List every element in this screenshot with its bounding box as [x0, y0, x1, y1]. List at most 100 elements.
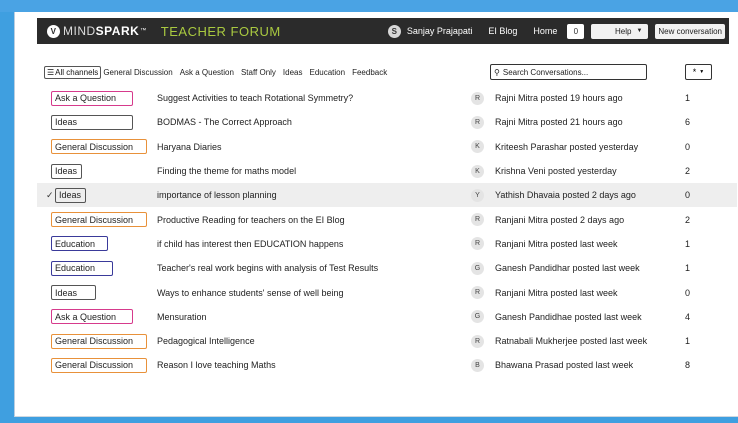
reply-count: 1	[685, 93, 691, 104]
new-conversation-button[interactable]: New conversation	[655, 23, 725, 39]
top-header-bar: V MIND SPARK ™ TEACHER FORUM S Sanjay Praj…	[37, 18, 729, 44]
poster-avatar: G	[471, 310, 484, 324]
forum-title: TEACHER FORUM	[160, 23, 281, 39]
channel-tag[interactable]: Ideas	[55, 187, 86, 203]
channel-tag[interactable]: Ideas	[51, 285, 96, 301]
star-icon: *	[692, 67, 697, 77]
chevron-down-icon: ▼	[636, 28, 643, 34]
conversation-title[interactable]: Suggest Activities to teach Rotational S…	[157, 93, 353, 103]
channel-tag[interactable]: Education	[51, 260, 113, 276]
search-icon: ⚲	[494, 67, 500, 77]
poster-avatar: B	[471, 358, 484, 372]
conversation-row[interactable]: General Discussion Haryana Diaries K Kri…	[37, 135, 737, 159]
conversation-title[interactable]: if child has interest then EDUCATION hap…	[157, 239, 343, 249]
reply-count: 1	[685, 336, 691, 347]
conversation-row[interactable]: General Discussion Pedagogical Intellige…	[37, 329, 737, 353]
reply-count: 4	[685, 311, 691, 322]
poster-avatar: R	[471, 286, 484, 300]
channel-tag[interactable]: Education	[51, 236, 108, 252]
channel-staff-only[interactable]: Staff Only	[241, 68, 276, 77]
reply-count: 0	[685, 190, 691, 201]
poster-avatar: Y	[471, 188, 484, 202]
posted-info: Yathish Dhavaia posted 2 days ago	[495, 190, 636, 201]
conversation-title[interactable]: BODMAS - The Correct Approach	[157, 117, 292, 127]
channel-tag[interactable]: Ask a Question	[51, 309, 133, 325]
forum-page: V MIND SPARK ™ TEACHER FORUM S Sanjay Praj…	[14, 12, 738, 417]
conversation-title[interactable]: Teacher's real work begins with analysis…	[157, 263, 378, 273]
mindspark-logo[interactable]: V MIND SPARK ™	[47, 24, 147, 38]
poster-avatar: K	[471, 140, 484, 154]
posted-info: Ranjani Mitra posted last week	[495, 287, 618, 298]
channel-feedback[interactable]: Feedback	[352, 68, 387, 77]
conversation-row[interactable]: Ask a Question Mensuration G Ganesh Pand…	[37, 305, 737, 329]
search-placeholder: Search Conversations...	[502, 67, 589, 77]
posted-info: Ganesh Pandidhae posted last week	[495, 311, 642, 322]
conversation-row[interactable]: General Discussion Reason I love teachin…	[37, 353, 737, 377]
checkmark-icon: ✓	[46, 189, 54, 200]
help-dropdown-button[interactable]: Help ▼	[591, 23, 649, 39]
logo-text-light: MIND	[63, 24, 96, 38]
poster-avatar: R	[471, 213, 484, 227]
conversation-list: Ask a Question Suggest Activities to tea…	[37, 86, 737, 378]
logo-trademark: ™	[140, 28, 147, 34]
conversation-row[interactable]: Ideas BODMAS - The Correct Approach R Ra…	[37, 110, 737, 134]
posted-info: Bhawana Prasad posted last week	[495, 360, 634, 371]
reply-count: 6	[685, 117, 691, 128]
notification-count-button[interactable]: 0	[567, 23, 585, 39]
posted-info: Ganesh Pandidhar posted last week	[495, 263, 640, 274]
channel-tag[interactable]: Ideas	[51, 163, 82, 179]
channel-tag[interactable]: General Discussion	[51, 139, 147, 155]
conversation-title[interactable]: Haryana Diaries	[157, 142, 222, 152]
posted-info: Krishna Veni posted yesterday	[495, 166, 617, 177]
conversation-row[interactable]: Education Teacher's real work begins wit…	[37, 256, 737, 280]
reply-count: 1	[685, 263, 691, 274]
ei-blog-link[interactable]: EI Blog	[488, 26, 517, 36]
star-filter-dropdown[interactable]: * ▼	[685, 64, 712, 80]
poster-avatar: R	[471, 115, 484, 129]
user-menu[interactable]: S Sanjay Prajapati	[387, 24, 473, 38]
all-channels-label: All channels	[55, 67, 99, 77]
channel-general-discussion[interactable]: General Discussion	[103, 68, 172, 77]
user-name: Sanjay Prajapati	[406, 26, 473, 36]
conversation-title[interactable]: Productive Reading for teachers on the E…	[157, 215, 345, 225]
posted-info: Rajni Mitra posted 21 hours ago	[495, 117, 623, 128]
channel-tag[interactable]: General Discussion	[51, 333, 147, 349]
channel-ideas[interactable]: Ideas	[283, 68, 303, 77]
reply-count: 8	[685, 360, 691, 371]
reply-count: 0	[685, 287, 691, 298]
all-channels-button[interactable]: ☰ All channels	[44, 65, 102, 79]
conversation-row[interactable]: Ideas Ways to enhance students' sense of…	[37, 280, 737, 304]
conversation-row[interactable]: Ask a Question Suggest Activities to tea…	[37, 86, 737, 110]
channel-tag[interactable]: General Discussion	[51, 357, 147, 373]
search-input[interactable]: ⚲ Search Conversations...	[490, 64, 647, 80]
conversation-row-selected[interactable]: ✓ Ideas importance of lesson planning Y …	[37, 183, 737, 208]
reply-count: 1	[685, 238, 691, 249]
channel-filter-bar: ☰ All channels General Discussion Ask a …	[44, 64, 724, 80]
poster-avatar: K	[471, 164, 484, 178]
conversation-title[interactable]: importance of lesson planning	[157, 190, 277, 200]
conversation-title[interactable]: Reason I love teaching Maths	[157, 360, 276, 370]
logo-badge-icon: V	[47, 24, 60, 38]
channel-tag[interactable]: Ask a Question	[51, 90, 133, 106]
posted-info: Ranjani Mitra posted 2 days ago	[495, 214, 625, 225]
conversation-row[interactable]: Ideas Finding the theme for maths model …	[37, 159, 737, 183]
channel-tag[interactable]: Ideas	[51, 114, 133, 130]
poster-avatar: G	[471, 261, 484, 275]
channel-tag[interactable]: General Discussion	[51, 212, 147, 228]
conversation-title[interactable]: Ways to enhance students' sense of well …	[157, 288, 344, 298]
reply-count: 2	[685, 166, 691, 177]
poster-avatar: R	[471, 237, 484, 251]
conversation-row[interactable]: Education if child has interest then EDU…	[37, 232, 737, 256]
poster-avatar: R	[471, 91, 484, 105]
conversation-title[interactable]: Mensuration	[157, 312, 207, 322]
channel-education[interactable]: Education	[310, 68, 346, 77]
channel-ask-a-question[interactable]: Ask a Question	[180, 68, 234, 77]
conversation-title[interactable]: Pedagogical Intelligence	[157, 336, 255, 346]
posted-info: Rajni Mitra posted 19 hours ago	[495, 93, 623, 104]
home-link[interactable]: Home	[533, 26, 557, 36]
conversation-row[interactable]: General Discussion Productive Reading fo…	[37, 207, 737, 231]
user-avatar-icon: S	[387, 24, 401, 38]
list-menu-icon: ☰	[47, 67, 55, 77]
reply-count: 0	[685, 141, 691, 152]
conversation-title[interactable]: Finding the theme for maths model	[157, 166, 296, 176]
